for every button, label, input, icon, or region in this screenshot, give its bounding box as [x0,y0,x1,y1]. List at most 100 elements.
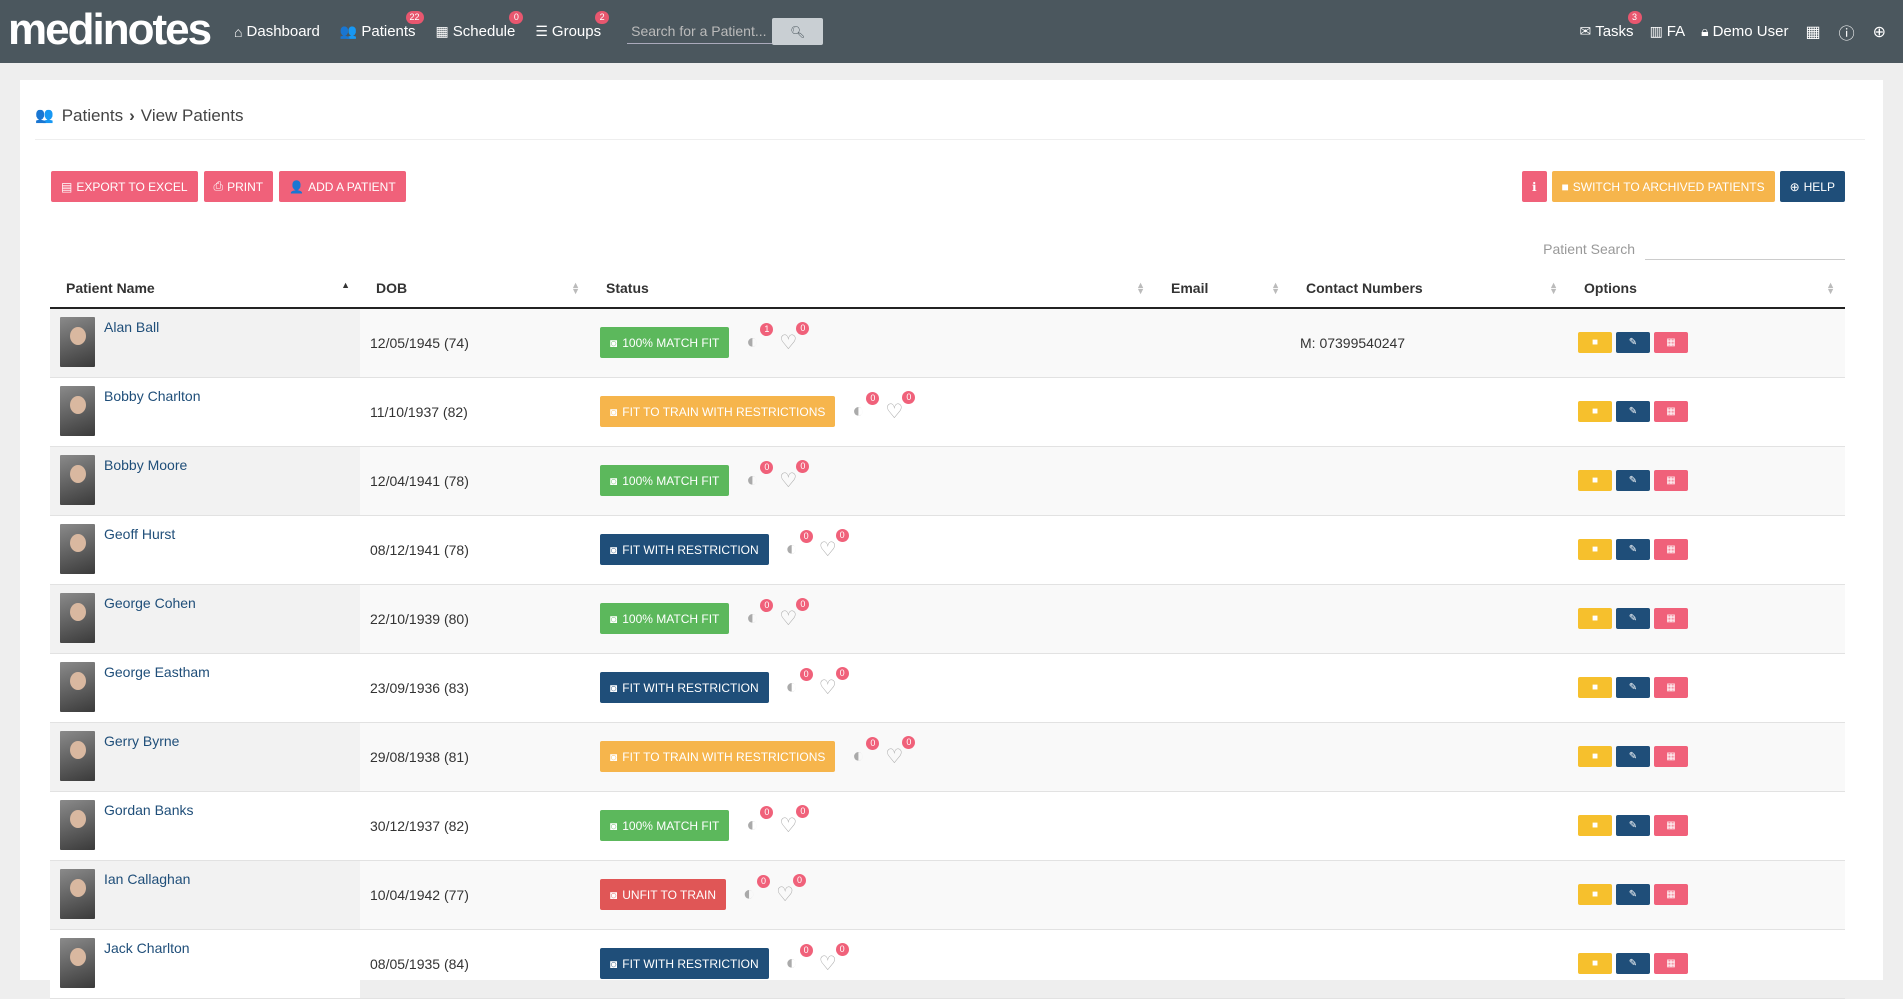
print-button[interactable]: ⎙ PRINT [203,171,274,202]
nav-org[interactable]: ▥ FA [1650,23,1686,40]
view-button[interactable]: ■ [1578,815,1612,836]
heartbeat-icon[interactable]: ♡ 0 [772,874,807,907]
edit-button[interactable]: ✎ [1616,953,1650,974]
heartbeat-icon[interactable]: ♡ 0 [815,529,849,562]
patient-name-link[interactable]: Ian Callaghan [104,869,190,919]
status-badge[interactable]: ◙ FIT WITH RESTRICTION [600,948,769,979]
col-options[interactable]: Options ▲ ▼ [1568,268,1845,309]
export-excel-button[interactable]: ▤ EXPORT TO EXCEL [51,171,198,202]
patient-name-link[interactable]: Bobby Moore [104,455,187,505]
avatar[interactable] [60,799,95,850]
avatar[interactable] [60,661,95,712]
patient-search-input[interactable] [627,18,773,44]
col-dob[interactable]: DOB ▲ ▼ [360,268,590,309]
heartbeat-icon[interactable]: ♡ 0 [775,805,810,838]
avatar[interactable] [60,730,95,781]
view-button[interactable]: ■ [1578,332,1612,354]
heartbeat-icon[interactable]: ♡ 0 [775,322,810,355]
avatar[interactable] [60,592,95,643]
patient-name-link[interactable]: Gerry Byrne [104,731,179,781]
status-badge[interactable]: ◙ 100% MATCH FIT [600,603,730,634]
calendar-button[interactable]: ▦ [1654,401,1688,422]
patient-name-link[interactable]: Alan Ball [104,317,159,367]
status-badge[interactable]: ◙ FIT WITH RESTRICTION [600,534,769,565]
status-badge[interactable]: ◙ FIT TO TRAIN WITH RESTRICTIONS [600,396,836,427]
nav-patients[interactable]: 👥 Patients 22 [340,11,424,40]
edit-button[interactable]: ✎ [1616,539,1650,560]
brain-icon[interactable]: ◐ 0 [739,806,774,837]
avatar[interactable] [60,868,95,919]
patient-name-link[interactable]: Jack Charlton [104,938,190,988]
edit-button[interactable]: ✎ [1616,884,1650,905]
avatar[interactable] [60,937,95,988]
brain-icon[interactable]: ◐ 0 [779,944,813,975]
status-badge[interactable]: ◙ FIT TO TRAIN WITH RESTRICTIONS [600,741,836,772]
table-search-input[interactable] [1645,238,1845,260]
heartbeat-icon[interactable]: ♡ 0 [881,391,916,424]
view-button[interactable]: ■ [1578,470,1612,491]
calendar-button[interactable]: ▦ [1654,884,1688,905]
nav-schedule[interactable]: ▦ Schedule 0 [436,11,524,40]
brain-icon[interactable]: ◐ 1 [739,323,774,354]
heartbeat-icon[interactable]: ♡ 0 [881,736,916,769]
heartbeat-icon[interactable]: ♡ 0 [815,667,849,700]
avatar[interactable] [60,317,95,367]
heartbeat-icon[interactable]: ♡ 0 [775,598,810,631]
calendar-button[interactable]: ▦ [1654,332,1688,354]
brain-icon[interactable]: ◐ 0 [739,461,774,492]
patient-name-link[interactable]: Geoff Hurst [104,524,175,574]
info-button[interactable]: ℹ [1521,171,1547,202]
patient-name-link[interactable]: Bobby Charlton [104,386,201,436]
col-contact[interactable]: Contact Numbers ▲ ▼ [1290,268,1568,309]
view-button[interactable]: ■ [1578,539,1612,560]
heartbeat-icon[interactable]: ♡ 0 [815,943,849,976]
edit-button[interactable]: ✎ [1616,608,1650,629]
table-icon[interactable]: ▦ [1805,22,1820,42]
breadcrumb-root[interactable]: Patients [62,106,123,126]
edit-button[interactable]: ✎ [1616,815,1650,836]
status-badge[interactable]: ◙ 100% MATCH FIT [600,465,730,496]
brain-icon[interactable]: ◐ 0 [736,875,771,906]
add-patient-button[interactable]: 👤 ADD A PATIENT [279,171,406,202]
status-badge[interactable]: ◙ 100% MATCH FIT [600,810,730,841]
calendar-button[interactable]: ▦ [1654,953,1688,974]
calendar-button[interactable]: ▦ [1654,539,1688,560]
view-button[interactable]: ■ [1578,953,1612,974]
view-button[interactable]: ■ [1578,608,1612,629]
edit-button[interactable]: ✎ [1616,401,1650,422]
view-button[interactable]: ■ [1578,677,1612,698]
heartbeat-icon[interactable]: ♡ 0 [775,460,810,493]
patient-name-link[interactable]: Gordan Banks [104,800,194,850]
globe-icon[interactable]: ⊕ [1873,22,1886,42]
brain-icon[interactable]: ◐ 0 [739,599,774,630]
col-email[interactable]: Email ▲ ▼ [1155,268,1290,309]
view-button[interactable]: ■ [1578,401,1612,422]
calendar-button[interactable]: ▦ [1654,815,1688,836]
view-button[interactable]: ■ [1578,746,1612,767]
status-badge[interactable]: ◙ UNFIT TO TRAIN [600,879,727,910]
brand-logo[interactable]: medinotes [8,7,212,52]
brain-icon[interactable]: ◐ 0 [779,530,813,561]
status-badge[interactable]: ◙ FIT WITH RESTRICTION [600,672,769,703]
archived-patients-button[interactable]: ■ SWITCH TO ARCHIVED PATIENTS [1551,171,1775,202]
avatar[interactable] [60,385,95,436]
brain-icon[interactable]: ◐ 0 [845,737,880,768]
col-status[interactable]: Status ▲ ▼ [590,268,1155,309]
status-badge[interactable]: ◙ 100% MATCH FIT [600,327,730,359]
calendar-button[interactable]: ▦ [1654,746,1688,767]
patient-name-link[interactable]: George Eastham [104,662,210,712]
edit-button[interactable]: ✎ [1616,332,1650,354]
info-icon[interactable]: ⓘ [1839,20,1855,44]
nav-dashboard[interactable]: ⌂ Dashboard [234,23,320,40]
calendar-button[interactable]: ▦ [1654,677,1688,698]
avatar[interactable] [60,454,95,505]
patient-name-link[interactable]: George Cohen [104,593,196,643]
search-button[interactable]: 🔍︎ [772,18,824,45]
avatar[interactable] [60,523,95,574]
nav-user[interactable]: 🔒︎ Demo User [1701,23,1788,40]
col-patient-name[interactable]: Patient Name ▲ [50,268,360,309]
calendar-button[interactable]: ▦ [1654,470,1688,491]
view-button[interactable]: ■ [1578,884,1612,905]
nav-tasks[interactable]: ✉ Tasks 3 [1579,11,1642,40]
brain-icon[interactable]: ◐ 0 [779,668,813,699]
